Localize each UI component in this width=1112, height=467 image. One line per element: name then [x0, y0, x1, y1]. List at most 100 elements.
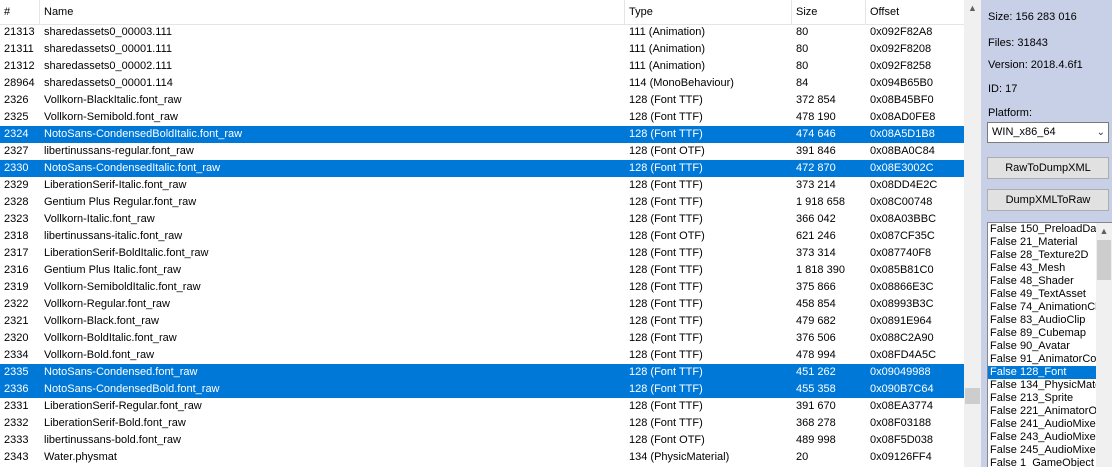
row-type: 128 (Font OTF): [629, 434, 705, 446]
row-type: 128 (Font TTF): [629, 332, 703, 344]
table-scrollbar[interactable]: ▲: [964, 0, 981, 467]
row-size: 80: [796, 26, 809, 38]
row-index: 2319: [4, 281, 29, 293]
row-type: 128 (Font TTF): [629, 315, 703, 327]
table-row[interactable]: 2317 LiberationSerif-BoldItalic.font_raw 1…: [0, 245, 964, 262]
table-row[interactable]: 2318 libertinussans-italic.font_raw 128 (F…: [0, 228, 964, 245]
type-filter-item[interactable]: False 245_AudioMixer: [988, 444, 1112, 457]
type-filter-item[interactable]: False 43_Mesh: [988, 262, 1112, 275]
row-index: 21311: [4, 43, 34, 55]
row-size: 1 918 658: [796, 196, 845, 208]
type-filter-item[interactable]: False 48_Shader: [988, 275, 1112, 288]
type-filter-item[interactable]: False 1_GameObject: [988, 457, 1112, 467]
table-row[interactable]: 2334 Vollkorn-Bold.font_raw 128 (Font TTF)…: [0, 347, 964, 364]
raw-to-dump-xml-button[interactable]: RawToDumpXML: [987, 157, 1109, 179]
row-index: 28964: [4, 77, 35, 89]
row-type: 128 (Font OTF): [629, 145, 705, 157]
row-name: LiberationSerif-Italic.font_raw: [44, 179, 187, 191]
type-filter-item[interactable]: False 150_PreloadDat: [988, 223, 1112, 236]
row-name: Vollkorn-Black.font_raw: [44, 315, 159, 327]
table-row[interactable]: 2336 NotoSans-CondensedBold.font_raw 128 (…: [0, 381, 964, 398]
row-size: 375 866: [796, 281, 836, 293]
column-header-index[interactable]: #: [0, 0, 40, 24]
type-filter-item[interactable]: False 134_PhysicMate: [988, 379, 1112, 392]
column-header-offset[interactable]: Offset: [866, 0, 964, 24]
type-filter-item[interactable]: False 89_Cubemap: [988, 327, 1112, 340]
type-filter-item[interactable]: False 90_Avatar: [988, 340, 1112, 353]
type-filter-list[interactable]: False 150_PreloadDat False 21_Material Fal…: [987, 222, 1112, 467]
table-row[interactable]: 2321 Vollkorn-Black.font_raw 128 (Font TTF…: [0, 313, 964, 330]
type-filter-item[interactable]: False 21_Material: [988, 236, 1112, 249]
type-filter-item[interactable]: False 83_AudioClip: [988, 314, 1112, 327]
row-name: sharedassets0_00001.114: [44, 77, 173, 89]
row-offset: 0x08A03BBC: [870, 213, 937, 225]
type-filter-item[interactable]: False 213_Sprite: [988, 392, 1112, 405]
row-index: 2335: [4, 366, 29, 378]
column-header-name[interactable]: Name: [40, 0, 625, 24]
table-row[interactable]: 28964 sharedassets0_00001.114 114 (MonoBeh…: [0, 75, 964, 92]
type-filter-item[interactable]: False 221_AnimatorOv: [988, 405, 1112, 418]
chevron-down-icon[interactable]: ⌄: [1097, 123, 1105, 142]
table-row[interactable]: 2330 NotoSans-CondensedItalic.font_raw 128…: [0, 160, 964, 177]
column-header-size[interactable]: Size: [792, 0, 866, 24]
dump-xml-to-raw-button[interactable]: DumpXMLToRaw: [987, 189, 1109, 211]
row-index: 21312: [4, 60, 35, 72]
chevron-up-icon[interactable]: ▲: [1096, 223, 1112, 239]
type-filter-item[interactable]: False 49_TextAsset: [988, 288, 1112, 301]
type-filter-item[interactable]: False 74_AnimationClip: [988, 301, 1112, 314]
row-index: 2321: [4, 315, 29, 327]
platform-select[interactable]: WIN_x86_64 ⌄: [987, 122, 1109, 143]
table-row[interactable]: 2316 Gentium Plus Italic.font_raw 128 (Fon…: [0, 262, 964, 279]
row-type: 128 (Font TTF): [629, 417, 703, 429]
scrollbar-thumb[interactable]: [1097, 240, 1111, 280]
table-row[interactable]: 2343 Water.physmat 134 (PhysicMaterial) 20 0…: [0, 449, 964, 466]
table-row[interactable]: 21311 sharedassets0_00001.111 111 (Animati…: [0, 41, 964, 58]
row-name: NotoSans-CondensedBold.font_raw: [44, 383, 220, 395]
row-name: Gentium Plus Italic.font_raw: [44, 264, 181, 276]
row-name: Water.physmat: [44, 451, 117, 463]
type-filter-item[interactable]: False 243_AudioMixer: [988, 431, 1112, 444]
row-size: 372 854: [796, 94, 836, 106]
table-row[interactable]: 2329 LiberationSerif-Italic.font_raw 128 (…: [0, 177, 964, 194]
table-row[interactable]: 2332 LiberationSerif-Bold.font_raw 128 (Fo…: [0, 415, 964, 432]
row-name: NotoSans-CondensedItalic.font_raw: [44, 162, 221, 174]
row-index: 2320: [4, 332, 29, 344]
row-offset: 0x08AD0FE8: [870, 111, 936, 123]
type-filter-item[interactable]: False 91_AnimatorCon: [988, 353, 1112, 366]
table-row[interactable]: 2323 Vollkorn-Italic.font_raw 128 (Font TT…: [0, 211, 964, 228]
row-type: 128 (Font TTF): [629, 94, 703, 106]
row-size: 1 818 390: [796, 264, 845, 276]
platform-label: Platform:: [988, 107, 1033, 119]
row-size: 80: [796, 43, 809, 55]
column-header-type[interactable]: Type: [625, 0, 792, 24]
row-type: 128 (Font TTF): [629, 400, 703, 412]
chevron-up-icon[interactable]: ▲: [964, 0, 981, 17]
type-filter-item[interactable]: False 241_AudioMixer: [988, 418, 1112, 431]
table-row[interactable]: 2331 LiberationSerif-Regular.font_raw 128 …: [0, 398, 964, 415]
table-row[interactable]: 2322 Vollkorn-Regular.font_raw 128 (Font T…: [0, 296, 964, 313]
table-row[interactable]: 2325 Vollkorn-Semibold.font_raw 128 (Font …: [0, 109, 964, 126]
scrollbar-thumb[interactable]: [965, 388, 980, 404]
row-offset: 0x08B45BF0: [870, 94, 934, 106]
row-index: 2343: [4, 451, 29, 463]
row-offset: 0x092F8208: [870, 43, 932, 55]
table-row[interactable]: 2319 Vollkorn-SemiboldItalic.font_raw 128 …: [0, 279, 964, 296]
table-row[interactable]: 21313 sharedassets0_00003.111 111 (Animati…: [0, 24, 964, 41]
table-row[interactable]: 2335 NotoSans-Condensed.font_raw 128 (Font…: [0, 364, 964, 381]
type-filter-items: False 150_PreloadDat False 21_Material Fal…: [988, 223, 1112, 467]
type-filter-item[interactable]: False 28_Texture2D: [988, 249, 1112, 262]
table-row[interactable]: 2320 Vollkorn-BoldItalic.font_raw 128 (Fon…: [0, 330, 964, 347]
row-name: sharedassets0_00002.111: [44, 60, 173, 72]
table-row[interactable]: 21312 sharedassets0_00002.111 111 (Animati…: [0, 58, 964, 75]
table-row[interactable]: 2326 Vollkorn-BlackItalic.font_raw 128 (Fo…: [0, 92, 964, 109]
table-row[interactable]: 2333 libertinussans-bold.font_raw 128 (Fon…: [0, 432, 964, 449]
row-size: 373 314: [796, 247, 836, 259]
table-row[interactable]: 2324 NotoSans-CondensedBoldItalic.font_ra…: [0, 126, 964, 143]
type-filter-item[interactable]: False 128_Font: [988, 366, 1112, 379]
type-list-scrollbar[interactable]: ▲: [1096, 223, 1112, 467]
table-row[interactable]: 2328 Gentium Plus Regular.font_raw 128 (Fo…: [0, 194, 964, 211]
row-name: sharedassets0_00001.111: [44, 43, 173, 55]
row-offset: 0x08E3002C: [870, 162, 934, 174]
table-row[interactable]: 2327 libertinussans-regular.font_raw 128 (…: [0, 143, 964, 160]
row-type: 128 (Font TTF): [629, 298, 703, 310]
